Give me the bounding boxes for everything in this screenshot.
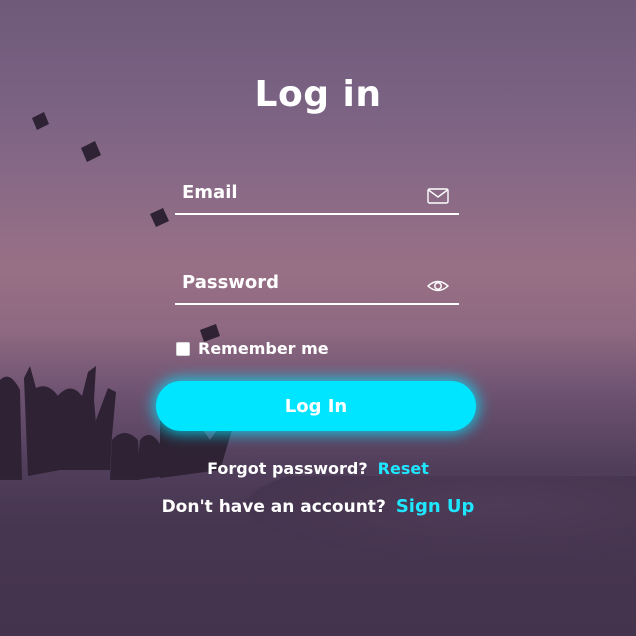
password-field-container: [175, 263, 459, 305]
forgot-password-text: Forgot password?: [207, 459, 368, 478]
email-field-container: [175, 173, 459, 215]
login-form: Log in Remember me Log In Forgot passwor…: [0, 0, 636, 636]
password-input[interactable]: [175, 263, 422, 301]
remember-label: Remember me: [198, 339, 329, 358]
signup-link[interactable]: Sign Up: [396, 496, 475, 517]
envelope-icon: [427, 188, 449, 204]
forgot-password-row: Forgot password? Reset: [0, 459, 636, 478]
page-title: Log in: [254, 74, 382, 115]
remember-me: Remember me: [176, 339, 329, 358]
email-input[interactable]: [175, 173, 422, 211]
reset-link[interactable]: Reset: [378, 459, 429, 478]
signup-row: Don't have an account? Sign Up: [0, 496, 636, 517]
eye-icon[interactable]: [427, 277, 449, 295]
signup-prompt-text: Don't have an account?: [161, 497, 386, 517]
remember-checkbox[interactable]: [176, 341, 190, 356]
login-button[interactable]: Log In: [156, 381, 476, 431]
